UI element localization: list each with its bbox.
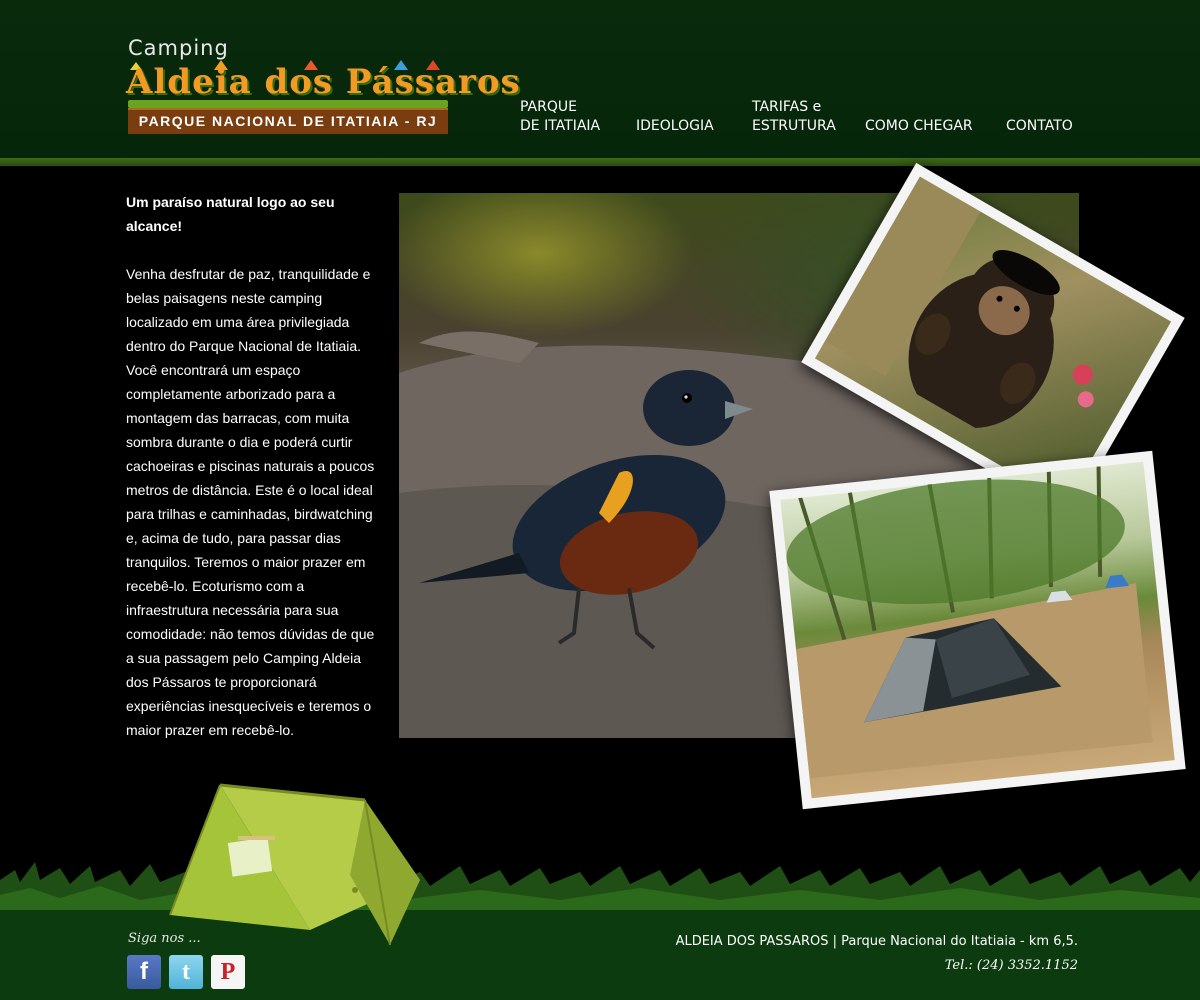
nav-label-line2: ESTRUTURA: [752, 118, 836, 134]
intro-body: Venha desfrutar de paz, tranquilidade e …: [126, 266, 375, 738]
facebook-button[interactable]: f: [127, 955, 161, 989]
tent-illustration: [169, 783, 420, 946]
footer-phone: Tel.: (24) 3352.1152: [944, 958, 1078, 973]
campsite-illustration: [786, 466, 1153, 779]
twitter-icon: t: [182, 959, 190, 985]
logo-name-text: Aldeia dos Pássaros: [126, 62, 521, 102]
logo-banner: PARQUE NACIONAL DE ITATIAIA - RJ: [128, 108, 448, 134]
nav-parque-de-itatiaia[interactable]: PARQUE DE ITATIAIA: [520, 98, 600, 136]
facebook-icon: f: [140, 958, 148, 985]
follow-us-label: Siga nos ...: [128, 931, 201, 946]
campsite-photo-image: [780, 461, 1175, 799]
nav-ideologia[interactable]: IDEOLOGIA: [636, 98, 714, 136]
footer-address: ALDEIA DOS PASSAROS | Parque Nacional do…: [675, 934, 1078, 949]
nav-label-line1: [1006, 98, 1073, 117]
nav-como-chegar[interactable]: COMO CHEGAR: [865, 98, 973, 136]
nav-tarifas-e-estrutura[interactable]: TARIFAS e ESTRUTURA: [752, 98, 836, 136]
nav-contato[interactable]: CONTATO: [1006, 98, 1073, 136]
nav-label-line1: [636, 98, 714, 117]
logo-grass: [128, 100, 448, 108]
header-divider: [0, 158, 1200, 166]
nav-label-line1: PARQUE: [520, 99, 577, 115]
nav-label-line2: COMO CHEGAR: [865, 118, 973, 134]
campsite-photo: [769, 450, 1186, 810]
pinterest-button[interactable]: P: [211, 955, 245, 989]
site-logo[interactable]: Camping Aldeia dos Pássaros PARQUE NACIO…: [126, 36, 521, 136]
nav-label-line2: DE ITATIAIA: [520, 118, 601, 134]
intro-title: Um paraíso natural logo ao seu alcance!: [126, 194, 335, 234]
nav-label-line2: CONTATO: [1006, 118, 1073, 134]
pinterest-icon: P: [220, 959, 236, 985]
intro-section: Um paraíso natural logo ao seu alcance! …: [126, 190, 378, 742]
twitter-button[interactable]: t: [169, 955, 203, 989]
nav-label-line1: TARIFAS e: [752, 99, 822, 115]
nav-label-line2: IDEOLOGIA: [636, 118, 714, 134]
nav-label-line1: [865, 98, 973, 117]
